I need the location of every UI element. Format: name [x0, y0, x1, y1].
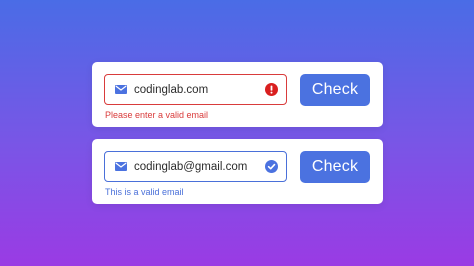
email-check-card-valid: codinglab@gmail.com Check This is a vali… [92, 139, 383, 204]
email-input-value[interactable]: codinglab.com [134, 84, 265, 96]
email-field[interactable]: codinglab@gmail.com [104, 151, 287, 182]
mail-icon [115, 85, 127, 94]
check-button[interactable]: Check [300, 151, 370, 183]
valid-message: This is a valid email [105, 187, 184, 197]
error-message: Please enter a valid email [105, 110, 209, 120]
mail-icon [115, 162, 127, 171]
check-button[interactable]: Check [300, 74, 370, 106]
email-field[interactable]: codinglab.com [104, 74, 287, 105]
check-circle-icon [265, 160, 278, 173]
email-input-value[interactable]: codinglab@gmail.com [134, 161, 265, 173]
error-icon [265, 83, 278, 96]
email-check-card-invalid: codinglab.com Check Please enter a valid… [92, 62, 383, 127]
